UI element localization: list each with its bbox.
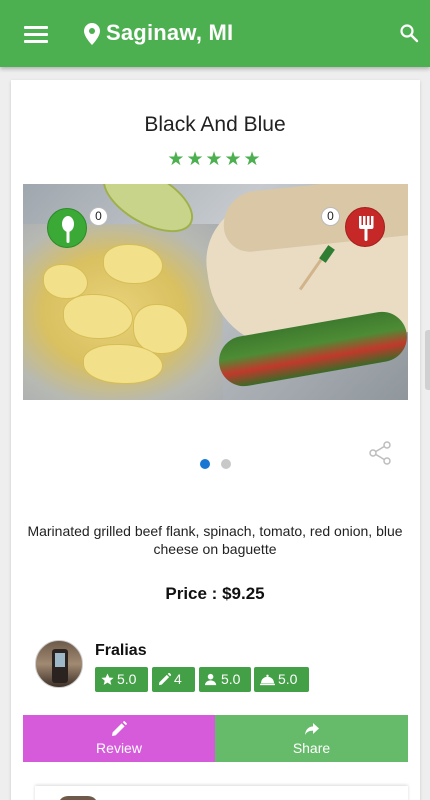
next-review-avatar (58, 796, 98, 800)
like-button[interactable] (47, 208, 87, 248)
search-icon[interactable] (399, 23, 419, 43)
cloche-icon (260, 674, 275, 686)
stat-reviews-badge: 4 (152, 667, 195, 692)
dish-description: Marinated grilled beef flank, spinach, t… (27, 523, 403, 557)
stat-reviews-value: 4 (174, 671, 182, 687)
edge-panel-handle[interactable] (425, 330, 430, 390)
dislike-button[interactable] (345, 207, 385, 247)
share-button-label: Share (292, 740, 331, 756)
like-count: 0 (89, 207, 108, 226)
forward-arrow-icon (304, 723, 319, 735)
carousel-indicator (199, 458, 239, 470)
person-icon (205, 673, 217, 686)
fork-icon (359, 216, 374, 241)
carousel-dot[interactable] (221, 459, 231, 469)
stat-rating-value: 5.0 (117, 671, 137, 687)
carousel-dot-active[interactable] (200, 459, 210, 469)
stat-follow-value: 5.0 (221, 671, 241, 687)
star-icon (101, 673, 114, 685)
pencil-icon (112, 721, 127, 736)
pencil-icon (158, 673, 171, 686)
reviewer-name[interactable]: Fralias (95, 642, 147, 660)
app-bar: Saginaw, MI (0, 0, 430, 67)
location-pin-icon (84, 23, 100, 45)
share-icon[interactable] (368, 440, 392, 466)
location-title[interactable]: Saginaw, MI (106, 20, 233, 46)
share-button[interactable]: Share (215, 715, 408, 762)
dislike-count: 0 (321, 207, 340, 226)
star-rating: ★★★★★ (167, 149, 263, 170)
avatar[interactable] (35, 640, 83, 688)
menu-icon[interactable] (24, 24, 50, 44)
spoon-icon (62, 216, 74, 243)
stat-rating-badge: 5.0 (95, 667, 148, 692)
review-button[interactable]: Review (23, 715, 215, 762)
review-button-label: Review (96, 740, 142, 756)
stat-dish-value: 5.0 (278, 671, 298, 687)
stat-dish-badge: 5.0 (254, 667, 309, 692)
stat-follow-badge: 5.0 (199, 667, 251, 692)
dish-title: Black And Blue (144, 113, 286, 136)
photo-chips (23, 224, 223, 400)
dish-price: Price : $9.25 (165, 584, 265, 603)
